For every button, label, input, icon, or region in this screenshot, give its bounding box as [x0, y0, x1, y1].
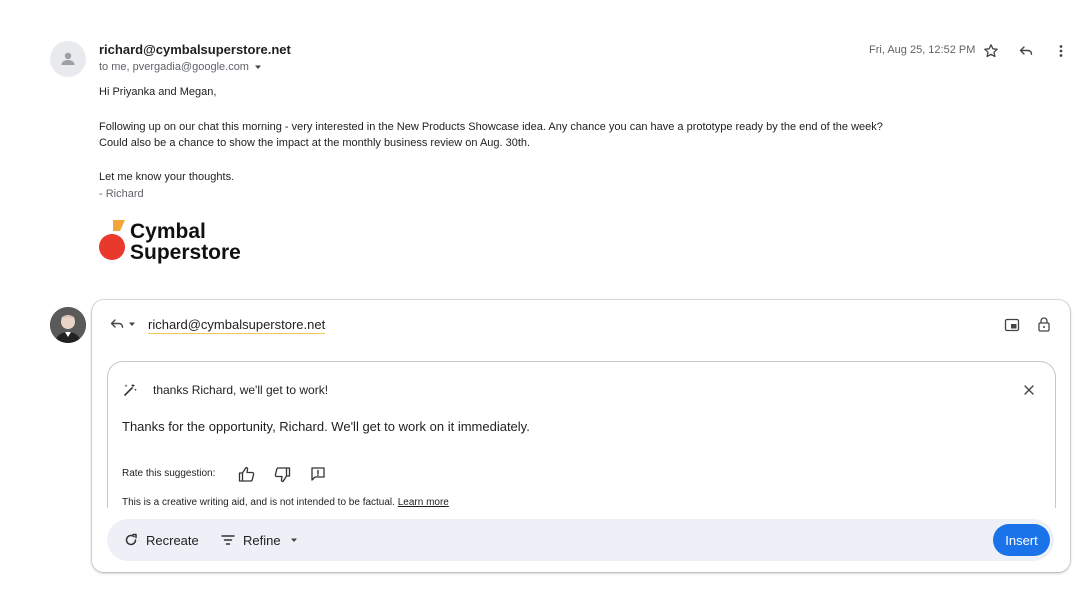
email-paragraph-line1: Following up on our chat this morning - … [99, 121, 883, 133]
reply-icon[interactable] [1015, 40, 1037, 62]
refine-label: Refine [243, 532, 281, 548]
disclaimer: This is a creative writing aid, and is n… [122, 497, 449, 508]
prompt-text: thanks Richard, we'll get to work! [153, 383, 329, 397]
rate-label: Rate this suggestion: [122, 468, 216, 479]
report-feedback-icon[interactable] [308, 464, 328, 484]
svg-text:Cymbal: Cymbal [130, 220, 206, 243]
caret-down-icon [129, 322, 135, 326]
recipients-text: to me, pvergadia@google.com [99, 61, 249, 73]
person-icon [61, 52, 75, 65]
more-vert-icon[interactable] [1050, 40, 1072, 62]
recreate-button[interactable]: Recreate [124, 529, 199, 551]
star-icon[interactable] [980, 40, 1002, 62]
recipients[interactable]: to me, pvergadia@google.com [99, 61, 263, 73]
learn-more-link[interactable]: Learn more [398, 497, 449, 508]
caret-down-icon [290, 538, 297, 542]
suggestion-text: Thanks for the opportunity, Richard. We'… [122, 419, 530, 434]
refine-button[interactable]: Refine [221, 529, 299, 551]
caret-down-icon[interactable] [253, 62, 263, 72]
cymbal-superstore-logo: Cymbal Superstore [99, 218, 259, 266]
popout-icon[interactable] [1002, 316, 1022, 334]
disclaimer-text: This is a creative writing aid, and is n… [122, 497, 395, 508]
email-closing: Let me know your thoughts. [99, 171, 235, 183]
email-date: Fri, Aug 25, 12:52 PM [869, 44, 976, 56]
recreate-label: Recreate [146, 532, 199, 548]
reply-type-selector[interactable] [107, 316, 139, 332]
sender-avatar[interactable] [50, 41, 86, 77]
reply-recipient-chip[interactable]: richard@cymbalsuperstore.net [148, 317, 326, 334]
email-paragraph-line2: Could also be a chance to show the impac… [99, 137, 531, 149]
insert-button[interactable]: Insert [993, 524, 1050, 556]
filter-icon [221, 535, 235, 545]
magic-pen-icon [121, 381, 139, 399]
refresh-icon [125, 533, 137, 546]
thumbs-down-icon[interactable] [272, 465, 292, 485]
thumbs-up-icon[interactable] [237, 464, 257, 484]
svg-text:Superstore: Superstore [130, 241, 241, 264]
email-greeting: Hi Priyanka and Megan, [99, 86, 217, 98]
lock-icon[interactable] [1034, 314, 1054, 334]
close-icon[interactable] [1020, 381, 1038, 399]
sender-email[interactable]: richard@cymbalsuperstore.net [99, 42, 291, 57]
user-avatar[interactable] [50, 307, 86, 343]
reply-icon [110, 319, 124, 328]
email-signature: - Richard [99, 188, 144, 200]
